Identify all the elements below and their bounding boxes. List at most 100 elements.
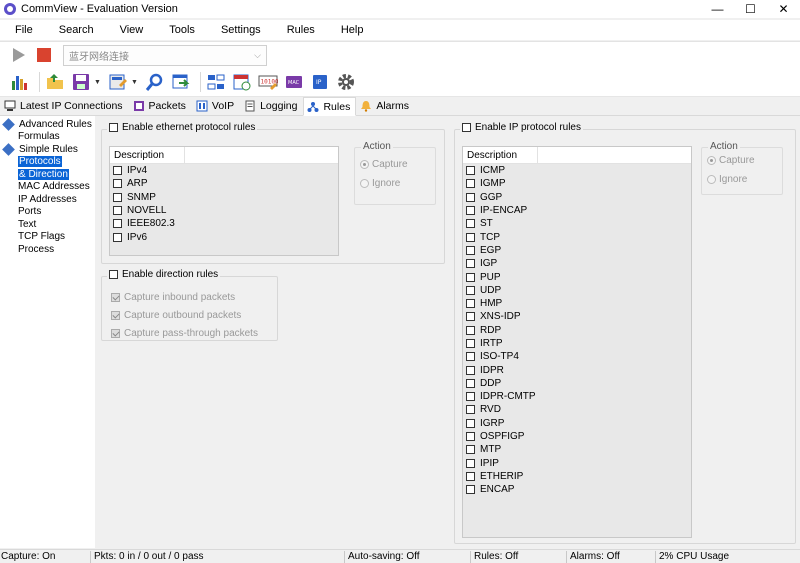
open-folder-icon[interactable] (44, 71, 66, 93)
protocol-checkbox[interactable] (466, 232, 475, 242)
protocol-list-item[interactable]: ARP (110, 177, 338, 190)
settings-gear-icon[interactable] (335, 71, 357, 93)
protocol-checkbox[interactable] (113, 206, 122, 216)
tree-item-ports[interactable]: Ports (0, 206, 95, 219)
protocol-checkbox[interactable] (113, 219, 122, 229)
packet-generator-icon[interactable] (170, 71, 192, 93)
protocol-checkbox[interactable] (466, 471, 475, 481)
protocol-checkbox[interactable] (466, 259, 475, 269)
reports-dropdown-icon[interactable]: ▼ (131, 79, 138, 86)
protocol-list-item[interactable]: PUP (463, 270, 691, 283)
scheduler-icon[interactable] (231, 71, 253, 93)
menu-tools[interactable]: Tools (156, 20, 208, 40)
ethernet-ignore-radio[interactable]: Ignore (355, 174, 435, 193)
protocol-list-item[interactable]: ENCAP (463, 483, 691, 496)
protocol-list-item[interactable]: IDPR-CMTP (463, 390, 691, 403)
protocol-list-item[interactable]: XNS-IDP (463, 310, 691, 323)
menu-settings[interactable]: Settings (208, 20, 274, 40)
radio[interactable] (707, 156, 716, 165)
protocol-checkbox[interactable] (466, 179, 475, 189)
ip-aliases-icon[interactable]: IP (309, 71, 331, 93)
protocol-checkbox[interactable] (466, 285, 475, 295)
protocol-list-item[interactable]: UDP (463, 284, 691, 297)
protocol-checkbox[interactable] (466, 245, 475, 255)
protocol-list-item[interactable]: IEEE802.3 (110, 217, 338, 230)
capture-outbound-checkbox[interactable]: Capture outbound packets (111, 306, 258, 324)
menu-help[interactable]: Help (328, 20, 377, 40)
protocol-list-item[interactable]: ETHERIP (463, 470, 691, 483)
tree-item-advanced-rules[interactable]: Advanced Rules (0, 117, 95, 131)
close-button[interactable]: ✕ (767, 0, 800, 18)
protocol-checkbox[interactable] (466, 192, 475, 202)
protocol-checkbox[interactable] (113, 232, 122, 242)
ip-capture-radio[interactable]: Capture (702, 151, 782, 170)
save-icon[interactable] (70, 71, 92, 93)
save-dropdown-icon[interactable]: ▼ (94, 79, 101, 86)
tab-logging[interactable]: Logging (240, 97, 303, 115)
direction-enable-checkbox[interactable]: Enable direction rules (107, 269, 221, 280)
description-column-header[interactable]: Description (110, 147, 185, 163)
minimize-button[interactable]: — (701, 0, 734, 18)
protocol-list-item[interactable]: ISO-TP4 (463, 350, 691, 363)
protocol-list-item[interactable]: OSPFIGP (463, 430, 691, 443)
protocol-checkbox[interactable] (466, 272, 475, 282)
ethernet-protocol-list[interactable]: Description IPv4 ARP SNMP NOVELL IEEE802.3 IP… (109, 146, 339, 256)
protocol-checkbox[interactable] (466, 206, 475, 216)
protocol-checkbox[interactable] (466, 365, 475, 375)
tab-packets[interactable]: Packets (129, 97, 192, 115)
mac-aliases-icon[interactable]: MAC (283, 71, 305, 93)
protocol-checkbox[interactable] (466, 219, 475, 229)
tree-item-tcp-flags[interactable]: TCP Flags (0, 231, 95, 244)
protocol-list-item[interactable]: IDPR (463, 363, 691, 376)
ip-enable-checkbox[interactable]: Enable IP protocol rules (460, 122, 583, 133)
protocol-list-item[interactable]: IGP (463, 257, 691, 270)
stop-capture-icon[interactable] (37, 48, 51, 62)
tab-voip[interactable]: VoIP (192, 97, 240, 115)
protocol-list-item[interactable]: SNMP (110, 191, 338, 204)
protocol-list-item[interactable]: IPv6 (110, 230, 338, 243)
checkbox[interactable] (111, 310, 120, 320)
tree-item-simple-rules[interactable]: Simple Rules (0, 142, 95, 156)
protocol-checkbox[interactable] (466, 325, 475, 335)
checkbox[interactable] (109, 123, 118, 132)
tab-rules[interactable]: Rules (303, 97, 357, 116)
binary-converter-icon[interactable]: 10100 (257, 71, 279, 93)
menu-view[interactable]: View (107, 20, 157, 40)
tree-item-ip-addresses[interactable]: IP Addresses (0, 193, 95, 206)
capture-inbound-checkbox[interactable]: Capture inbound packets (111, 288, 258, 306)
protocol-list-item[interactable]: RDP (463, 324, 691, 337)
menu-file[interactable]: File (0, 20, 46, 40)
protocol-checkbox[interactable] (113, 192, 122, 202)
protocol-checkbox[interactable] (466, 445, 475, 455)
protocol-checkbox[interactable] (466, 352, 475, 362)
protocol-list-item[interactable]: IGMP (463, 177, 691, 190)
protocol-list-item[interactable]: IPIP (463, 457, 691, 470)
tree-item-process[interactable]: Process (0, 243, 95, 256)
protocol-list-item[interactable]: TCP (463, 230, 691, 243)
protocol-checkbox[interactable] (466, 405, 475, 415)
adapter-select[interactable]: 蓝牙网络连接 ⌵ (63, 44, 267, 66)
protocol-checkbox[interactable] (466, 299, 475, 309)
checkbox[interactable] (109, 270, 118, 279)
protocol-checkbox[interactable] (466, 378, 475, 388)
checkbox[interactable] (462, 123, 471, 132)
protocol-checkbox[interactable] (113, 166, 122, 176)
protocol-checkbox[interactable] (466, 166, 475, 176)
protocol-list-item[interactable]: IPv4 (110, 164, 338, 177)
protocol-list-item[interactable]: RVD (463, 403, 691, 416)
radio[interactable] (360, 160, 369, 169)
checkbox[interactable] (111, 328, 120, 338)
protocol-checkbox[interactable] (466, 312, 475, 322)
protocol-checkbox[interactable] (113, 179, 122, 189)
protocol-checkbox[interactable] (466, 458, 475, 468)
tree-item-mac-addresses[interactable]: MAC Addresses (0, 181, 95, 194)
protocol-checkbox[interactable] (466, 339, 475, 348)
protocol-checkbox[interactable] (466, 418, 475, 428)
ip-protocol-list[interactable]: Description ICMP IGMP GGP IP-ENCAP ST TCP EGP I… (462, 146, 692, 538)
protocol-list-item[interactable]: IGRP (463, 417, 691, 430)
ethernet-capture-radio[interactable]: Capture (355, 155, 435, 174)
protocol-list-item[interactable]: DDP (463, 377, 691, 390)
menu-rules[interactable]: Rules (274, 20, 328, 40)
description-column-header[interactable]: Description (463, 147, 538, 163)
protocol-list-item[interactable]: IRTP (463, 337, 691, 350)
